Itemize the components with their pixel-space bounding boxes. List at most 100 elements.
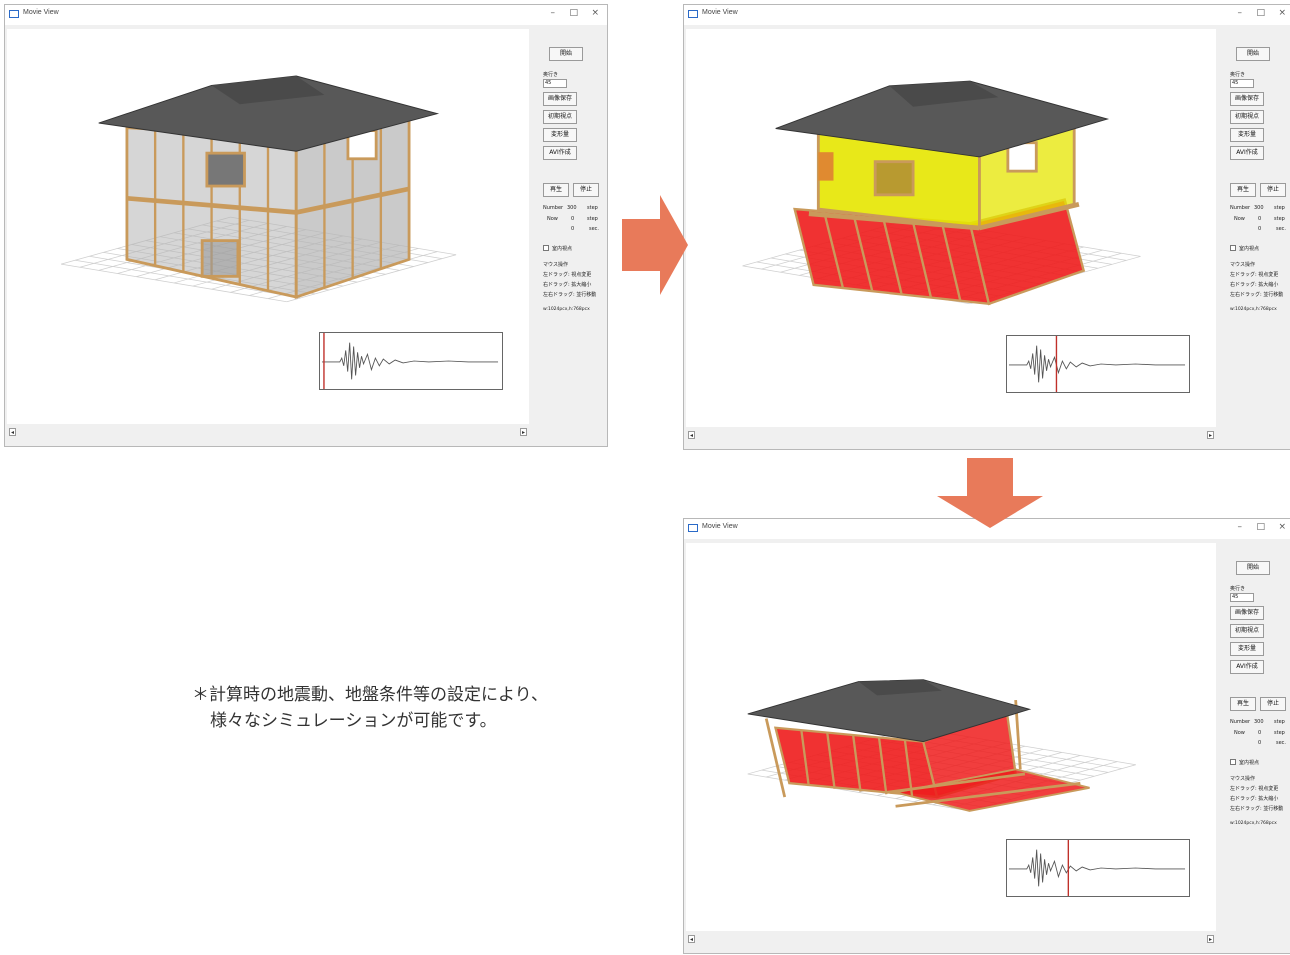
play-button[interactable]: 再生 bbox=[1230, 183, 1256, 197]
stop-button[interactable]: 停止 bbox=[1260, 183, 1286, 197]
depth-input[interactable]: 45 bbox=[1230, 79, 1254, 88]
now-value: 0 bbox=[1258, 730, 1262, 736]
window-icon bbox=[688, 10, 698, 18]
size-info: w:1024pcx,h:768pcx bbox=[543, 307, 590, 312]
3d-view-canvas[interactable] bbox=[7, 29, 529, 424]
deformation-button[interactable]: 変形量 bbox=[1230, 642, 1264, 656]
indoor-view-checkbox[interactable] bbox=[1230, 759, 1236, 765]
now-label: Now bbox=[1234, 216, 1245, 222]
start-button[interactable]: 開始 bbox=[1236, 47, 1270, 61]
avi-create-button[interactable]: AVI作成 bbox=[1230, 146, 1264, 160]
scroll-left-icon[interactable]: ◂ bbox=[688, 935, 695, 943]
horizontal-scrollbar[interactable]: ◂ ▸ bbox=[686, 933, 1216, 947]
depth-input[interactable]: 45 bbox=[543, 79, 567, 88]
movie-view-window-yielding: Movie View – □ × ◂ ▸ 開始 奥行き 45 画像保存 初期視点… bbox=[683, 4, 1290, 450]
stop-button[interactable]: 停止 bbox=[1260, 697, 1286, 711]
mouse-both-drag-hint: 左右ドラッグ: 並行移動 bbox=[1230, 806, 1284, 812]
mouse-ops-title: マウス操作 bbox=[1230, 776, 1256, 782]
indoor-view-checkbox[interactable] bbox=[543, 245, 549, 251]
save-image-button[interactable]: 画像保存 bbox=[543, 92, 577, 106]
scroll-left-icon[interactable]: ◂ bbox=[9, 428, 16, 436]
initial-view-button[interactable]: 初期視点 bbox=[1230, 110, 1264, 124]
window-icon bbox=[688, 524, 698, 532]
number-unit: step bbox=[1274, 205, 1285, 211]
title-bar: Movie View – □ × bbox=[684, 5, 1290, 25]
window-title: Movie View bbox=[23, 9, 59, 16]
size-info: w:1024pcx,h:768pcx bbox=[1230, 821, 1277, 826]
depth-label: 奥行き bbox=[1230, 586, 1246, 592]
number-label: Number bbox=[1230, 719, 1251, 725]
mouse-both-drag-hint: 左右ドラッグ: 並行移動 bbox=[543, 292, 597, 298]
control-panel: 開始 奥行き 45 画像保存 初期視点 変形量 AVI作成 再生 停止 Numb… bbox=[1226, 519, 1290, 953]
time-unit: sec. bbox=[1276, 226, 1287, 232]
simulation-note: ＊計算時の地震動、地盤条件等の設定により、 様々なシミュレーションが可能です。 bbox=[192, 682, 548, 734]
play-button[interactable]: 再生 bbox=[1230, 697, 1256, 711]
mouse-both-drag-hint: 左右ドラッグ: 並行移動 bbox=[1230, 292, 1284, 298]
now-unit: step bbox=[1274, 730, 1285, 736]
start-button[interactable]: 開始 bbox=[549, 47, 583, 61]
number-unit: step bbox=[1274, 719, 1285, 725]
window-title: Movie View bbox=[702, 9, 738, 16]
mouse-ops-title: マウス操作 bbox=[543, 262, 569, 268]
avi-create-button[interactable]: AVI作成 bbox=[543, 146, 577, 160]
play-button[interactable]: 再生 bbox=[543, 183, 569, 197]
time-unit: sec. bbox=[589, 226, 600, 232]
now-value: 0 bbox=[571, 216, 575, 222]
deformation-button[interactable]: 変形量 bbox=[1230, 128, 1264, 142]
scroll-right-icon[interactable]: ▸ bbox=[520, 428, 527, 436]
indoor-view-label: 室内視点 bbox=[552, 246, 573, 252]
now-unit: step bbox=[1274, 216, 1285, 222]
movie-view-window-initial: Movie View – □ × ◂ ▸ 開始 奥行き 45 画像保存 初期視点… bbox=[4, 4, 608, 447]
control-panel: 開始 奥行き 45 画像保存 初期視点 変形量 AVI作成 再生 停止 Numb… bbox=[539, 5, 607, 446]
mouse-right-drag-hint: 右ドラッグ: 拡大縮小 bbox=[543, 282, 592, 288]
scroll-left-icon[interactable]: ◂ bbox=[688, 431, 695, 439]
3d-view-canvas[interactable] bbox=[686, 543, 1216, 931]
now-label: Now bbox=[547, 216, 558, 222]
number-label: Number bbox=[543, 205, 564, 211]
mouse-right-drag-hint: 右ドラッグ: 拡大縮小 bbox=[1230, 282, 1279, 288]
number-unit: step bbox=[587, 205, 598, 211]
number-value: 300 bbox=[1254, 719, 1264, 725]
right-arrow-icon bbox=[622, 195, 688, 295]
down-arrow-icon bbox=[937, 458, 1043, 528]
mouse-left-drag-hint: 左ドラッグ: 視点変更 bbox=[543, 272, 592, 278]
scroll-right-icon[interactable]: ▸ bbox=[1207, 431, 1214, 439]
avi-create-button[interactable]: AVI作成 bbox=[1230, 660, 1264, 674]
start-button[interactable]: 開始 bbox=[1236, 561, 1270, 575]
number-value: 300 bbox=[1254, 205, 1264, 211]
save-image-button[interactable]: 画像保存 bbox=[1230, 92, 1264, 106]
depth-input[interactable]: 45 bbox=[1230, 593, 1254, 602]
indoor-view-label: 室内視点 bbox=[1239, 246, 1260, 252]
time-unit: sec. bbox=[1276, 740, 1287, 746]
time-value: 0 bbox=[1258, 226, 1262, 232]
mouse-ops-title: マウス操作 bbox=[1230, 262, 1256, 268]
control-panel: 開始 奥行き 45 画像保存 初期視点 変形量 AVI作成 再生 停止 Numb… bbox=[1226, 5, 1290, 449]
indoor-view-checkbox[interactable] bbox=[1230, 245, 1236, 251]
stop-button[interactable]: 停止 bbox=[573, 183, 599, 197]
indoor-view-label: 室内視点 bbox=[1239, 760, 1260, 766]
3d-view-canvas[interactable] bbox=[686, 29, 1216, 427]
deformation-button[interactable]: 変形量 bbox=[543, 128, 577, 142]
mouse-right-drag-hint: 右ドラッグ: 拡大縮小 bbox=[1230, 796, 1279, 802]
number-label: Number bbox=[1230, 205, 1251, 211]
now-label: Now bbox=[1234, 730, 1245, 736]
number-value: 300 bbox=[567, 205, 577, 211]
window-title: Movie View bbox=[702, 523, 738, 530]
time-value: 0 bbox=[571, 226, 575, 232]
movie-view-window-collapsed: Movie View – □ × ◂ ▸ 開始 奥行き 45 画像保存 初期視点… bbox=[683, 518, 1290, 954]
note-line-2: 様々なシミュレーションが可能です。 bbox=[210, 711, 497, 731]
scroll-right-icon[interactable]: ▸ bbox=[1207, 935, 1214, 943]
title-bar: Movie View – □ × bbox=[5, 5, 607, 25]
horizontal-scrollbar[interactable]: ◂ ▸ bbox=[686, 429, 1216, 443]
save-image-button[interactable]: 画像保存 bbox=[1230, 606, 1264, 620]
horizontal-scrollbar[interactable]: ◂ ▸ bbox=[7, 426, 529, 440]
mouse-left-drag-hint: 左ドラッグ: 視点変更 bbox=[1230, 272, 1279, 278]
initial-view-button[interactable]: 初期視点 bbox=[1230, 624, 1264, 638]
initial-view-button[interactable]: 初期視点 bbox=[543, 110, 577, 124]
waveform-inset bbox=[319, 332, 503, 390]
mouse-left-drag-hint: 左ドラッグ: 視点変更 bbox=[1230, 786, 1279, 792]
depth-label: 奥行き bbox=[1230, 72, 1246, 78]
now-unit: step bbox=[587, 216, 598, 222]
now-value: 0 bbox=[1258, 216, 1262, 222]
size-info: w:1024pcx,h:768pcx bbox=[1230, 307, 1277, 312]
